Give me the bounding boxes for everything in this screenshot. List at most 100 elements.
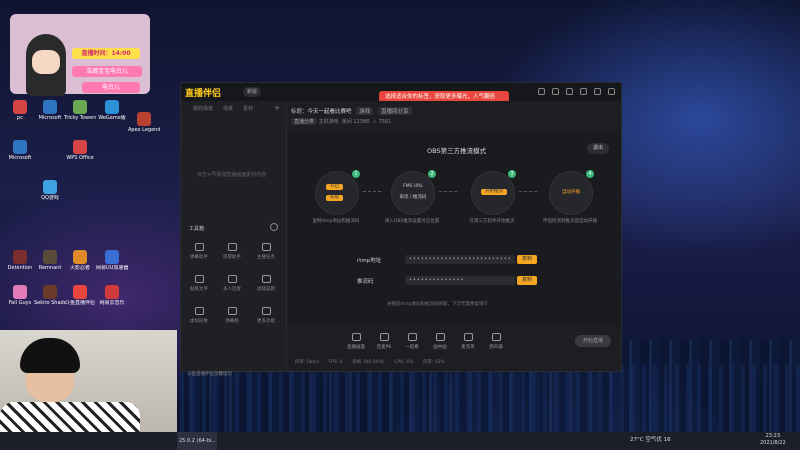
bottom-tool[interactable]: 画中画 <box>429 333 451 350</box>
toolbox-settings-icon[interactable] <box>270 223 278 231</box>
go-live-button[interactable]: 开始直播 <box>575 335 611 347</box>
stream-title[interactable]: 今天一起看比赛吧 <box>308 109 352 115</box>
tab-my-scenes[interactable]: 我的场景 <box>193 105 213 112</box>
bottom-tool[interactable]: 扬声器 <box>485 333 507 350</box>
desktop-icon[interactable]: Apex Legends <box>128 112 160 133</box>
desktop-icon-label: Detention <box>7 265 33 271</box>
bottom-tool-label: 一起看 <box>405 345 419 350</box>
desktop-icon[interactable]: pc <box>4 100 36 121</box>
desktop-icon-label: pc <box>17 115 23 121</box>
step-caption: 复制rtmp地址和推流码 <box>312 219 360 224</box>
add-icon[interactable]: + <box>274 104 280 112</box>
heat-value: 7561 <box>378 119 392 125</box>
minimize-icon[interactable] <box>580 88 587 95</box>
weather-widget[interactable]: 27°C 空气优 16 <box>630 435 671 443</box>
desktop-icon[interactable]: Tricky Towers <box>64 100 96 121</box>
step-caption: 在第三方软件开始推流 <box>469 219 515 224</box>
wallpaper-city-lights <box>180 365 800 432</box>
copy-key-button[interactable]: 复制 <box>517 276 537 285</box>
tab-scenes[interactable]: 场景 <box>223 105 233 112</box>
app-logo: 直播伴侣 <box>185 88 222 98</box>
bottom-tool-label: 画中画 <box>433 345 447 350</box>
step-3: 3 开始推流 <box>471 170 516 215</box>
message-icon[interactable] <box>538 88 545 95</box>
tool-label: 虚拟形象 <box>190 319 208 324</box>
desktop-icon-label: Fall Guys <box>8 300 32 306</box>
desktop-icon[interactable]: 斗鱼直播伴侣 <box>64 285 96 306</box>
tool-icon <box>227 275 237 283</box>
menu-icon[interactable] <box>566 88 573 95</box>
desktop-icon[interactable]: QQ游戏 <box>34 180 66 201</box>
close-icon[interactable] <box>608 88 615 95</box>
desktop-icon[interactable]: WeGame版 <box>96 100 128 121</box>
chat-notice: 斗鱼直播伴侣温馨提示 <box>187 372 232 377</box>
taskbar-task[interactable]: 25.0.2 (64-bi... <box>177 432 217 450</box>
empty-scene-hint: 点击+号添加直播画面素材内容 <box>197 172 267 178</box>
desktop-icon-label: 火影忍者 <box>69 265 90 271</box>
step-2: 2 FMS URL 串流 / 推流码 <box>391 170 436 215</box>
desktop-icon[interactable]: Fall Guys <box>4 285 36 306</box>
tool-item[interactable]: 弹幕姬 <box>219 307 245 324</box>
category-label: 直播分类 <box>291 118 318 125</box>
step-label: 自动开播 <box>562 190 580 195</box>
tool-item[interactable]: 贴纸文字 <box>186 275 212 292</box>
app-icon <box>105 250 119 264</box>
bottom-tool-label: 直播画面 <box>347 345 365 350</box>
tab-materials[interactable]: 素材 <box>243 105 253 112</box>
step-number: 4 <box>586 170 594 178</box>
maximize-icon[interactable] <box>594 88 601 95</box>
tool-icon <box>261 275 271 283</box>
toolbox-title: 工具箱 <box>189 226 205 232</box>
exit-obs-button[interactable]: 退出 <box>586 143 609 154</box>
stream-key-field[interactable]: •••••••••••••• <box>405 276 515 285</box>
version-badge[interactable]: 新版 <box>243 87 262 97</box>
system-clock[interactable]: 23:23 2021/8/22 <box>760 433 786 447</box>
category-value[interactable]: 主机游戏 <box>319 119 339 125</box>
bottom-tool[interactable]: 麦克风 <box>457 333 479 350</box>
overlay-line1: 浩瀚宝宝电台儿 <box>72 66 142 77</box>
bottom-tool[interactable]: 一起看 <box>401 333 423 350</box>
speaker-icon <box>491 333 501 341</box>
category-tag[interactable]: 游戏 <box>356 107 374 115</box>
desktop-icon-label: Tricky Towers <box>64 115 96 121</box>
tool-label: 主播任务 <box>257 255 275 260</box>
desktop-icon[interactable]: Microsoft <box>34 100 66 121</box>
desktop-icon[interactable]: WPS Office <box>64 140 96 161</box>
heat-icon: ♨ <box>372 119 377 125</box>
tool-label: 贴纸文字 <box>190 287 208 292</box>
bottom-tool[interactable]: 连麦PK <box>373 333 395 350</box>
tool-item[interactable]: 弹幕助手 <box>186 243 212 260</box>
tool-item[interactable]: 滤镜美颜 <box>253 275 279 292</box>
tool-icon <box>194 243 204 251</box>
tool-item[interactable]: 更多功能 <box>253 307 279 324</box>
desktop-icon[interactable]: 火影忍者 <box>64 250 96 271</box>
step-label: FMS URL <box>403 184 423 189</box>
desktop-icon[interactable]: Sekiro Shadow... <box>34 285 66 306</box>
desktop-icon-label: WeGame版 <box>98 115 126 121</box>
desktop-icon[interactable]: Remnant <box>34 250 66 271</box>
tool-item[interactable]: 房管助手 <box>219 243 245 260</box>
share-button[interactable]: 直播间分享 <box>378 107 412 115</box>
tool-icon <box>194 275 204 283</box>
room-label: 房间 <box>341 119 352 125</box>
room-number: 12388 <box>353 119 370 125</box>
desktop-icon[interactable]: Detention <box>4 250 36 271</box>
bottom-tool[interactable]: 直播画面 <box>345 333 367 350</box>
pip-icon <box>435 333 445 341</box>
desktop-icon-label: Microsoft <box>38 115 62 121</box>
tool-icon <box>227 243 237 251</box>
tool-item[interactable]: 主播任务 <box>253 243 279 260</box>
tool-item[interactable]: 多人连麦 <box>219 275 245 292</box>
pk-icon <box>379 333 389 341</box>
desktop-icon-label: 斗鱼直播伴侣 <box>64 300 95 306</box>
tool-icon <box>227 307 237 315</box>
app-icon <box>13 285 27 299</box>
desktop-icon[interactable]: Microsoft <box>4 140 36 161</box>
desktop-icon[interactable]: 网易UU加速器 <box>96 250 128 271</box>
skin-icon[interactable] <box>552 88 559 95</box>
rtmp-field[interactable]: •••••••••••••••••••••••••• <box>405 255 515 264</box>
title-label: 标题： <box>291 109 308 115</box>
tool-item[interactable]: 虚拟形象 <box>186 307 212 324</box>
desktop-icon[interactable]: 网易云音乐 <box>96 285 128 306</box>
copy-rtmp-button[interactable]: 复制 <box>517 255 537 264</box>
